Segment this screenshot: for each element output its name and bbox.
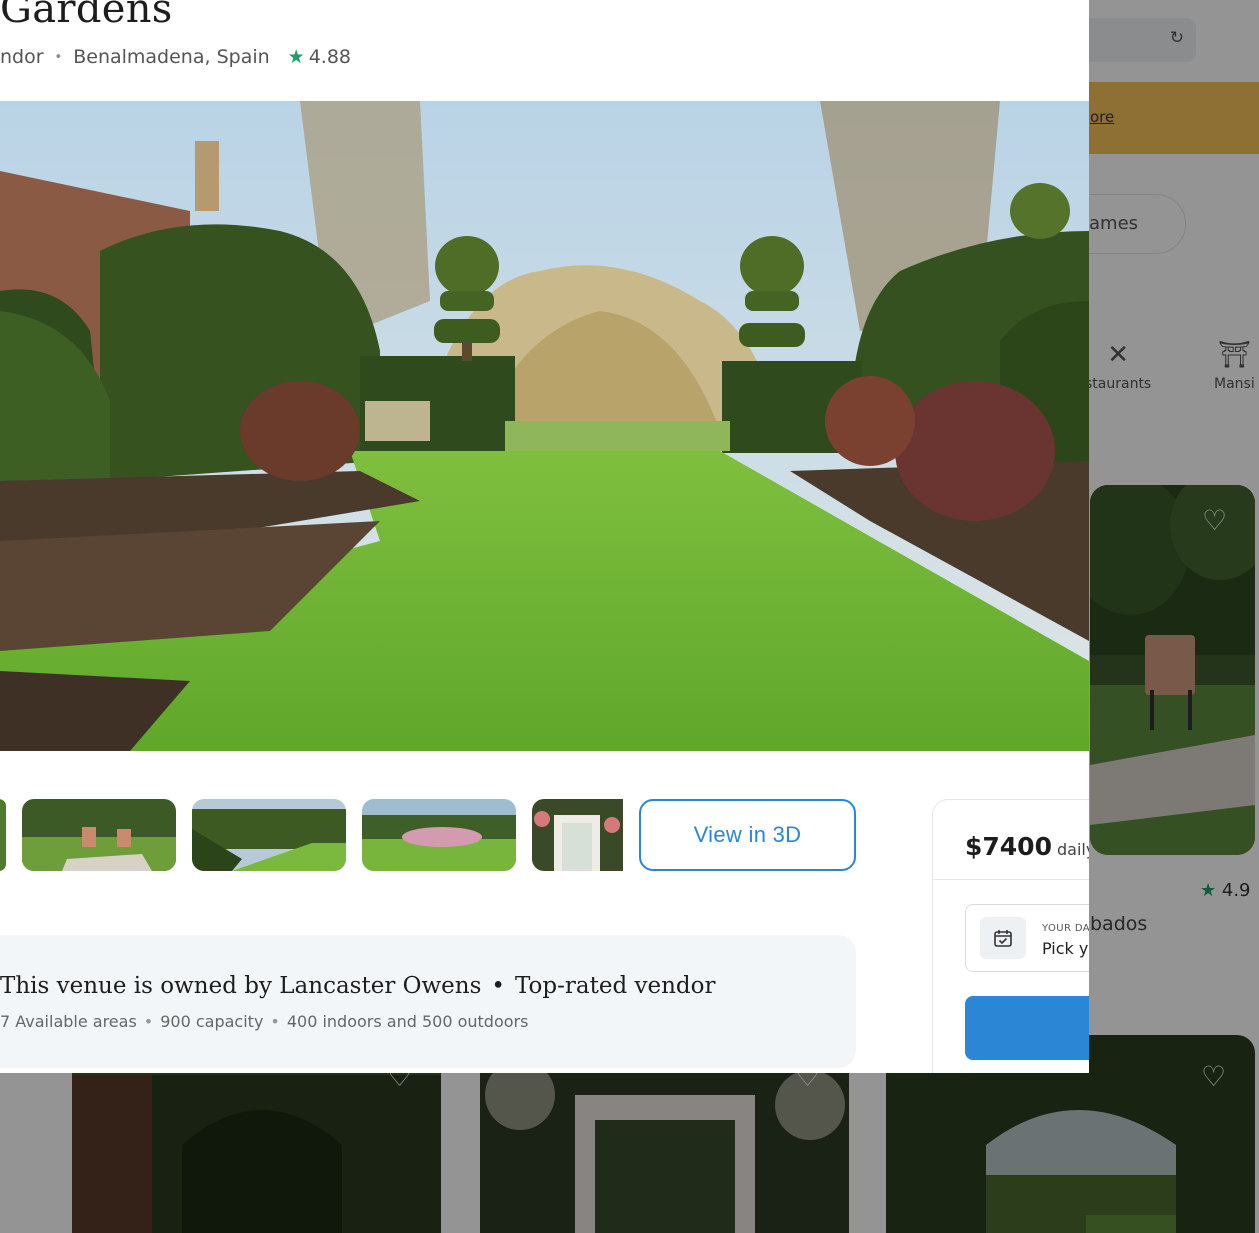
venue-stats: 7 Available areas • 900 capacity • 400 indoo… — [0, 1012, 528, 1031]
thumbnail-photo[interactable] — [532, 799, 623, 871]
garden-photo — [0, 101, 1089, 751]
thumbnail-photo[interactable] — [0, 799, 6, 871]
price-period: daily — [1056, 840, 1089, 859]
owner-heading: This venue is owned by Lancaster Owens • T… — [0, 973, 715, 999]
calendar-check-icon — [980, 917, 1026, 959]
thumbnail-photo[interactable] — [22, 799, 176, 871]
separator-dot: • — [270, 1012, 280, 1031]
owner-panel: This venue is owned by Lancaster Owens • T… — [0, 935, 856, 1068]
available-areas: 7 Available areas — [0, 1012, 137, 1031]
venue-location: Benalmadena, Spain — [73, 46, 270, 68]
hero-photo[interactable] — [0, 101, 1089, 751]
capacity: 900 capacity — [160, 1012, 264, 1031]
venue-title: Gardens — [0, 0, 173, 32]
vendor-badge: Top-rated vendor — [514, 973, 716, 999]
star-icon: ★ — [287, 46, 305, 68]
date-picker[interactable]: YOUR DATE Pick yo — [965, 904, 1089, 972]
view-3d-button[interactable]: View in 3D — [639, 799, 856, 871]
venue-modal: Gardens ndor • Benalmadena, Spain ★ 4.88 — [0, 0, 1089, 1073]
thumbnail-photo[interactable] — [192, 799, 346, 871]
indoor-outdoor-split: 400 indoors and 500 outdoors — [286, 1012, 529, 1031]
venue-rating: 4.88 — [308, 46, 352, 68]
separator-dot: • — [143, 1012, 154, 1031]
booking-card: $7400daily YOUR DATE Pick yo — [932, 799, 1089, 1073]
divider — [933, 879, 1089, 880]
date-label: YOUR DATE — [1042, 923, 1089, 934]
owner-name: This venue is owned by Lancaster Owens — [0, 973, 482, 999]
book-button[interactable] — [965, 996, 1089, 1060]
price-amount: $7400 — [965, 832, 1052, 861]
venue-subline: ndor • Benalmadena, Spain ★ 4.88 — [0, 46, 351, 68]
date-placeholder: Pick yo — [1042, 939, 1089, 958]
price-display: $7400daily — [965, 832, 1089, 861]
thumbnail-photo[interactable] — [362, 799, 516, 871]
venue-type: ndor — [0, 46, 44, 68]
separator-dot: • — [54, 49, 63, 65]
separator-dot: • — [491, 973, 505, 999]
